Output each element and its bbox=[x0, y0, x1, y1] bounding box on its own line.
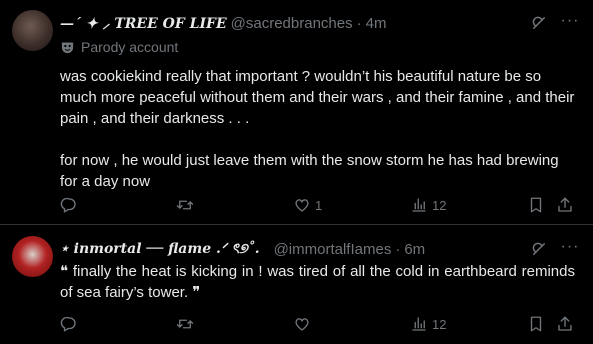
post-header: ⋆ inmortal ── flame .ᐟ ৎ୭˚. @immortalfIa… bbox=[60, 239, 425, 259]
separator-dot: · bbox=[395, 240, 401, 258]
reply-button[interactable] bbox=[60, 314, 82, 334]
separator-dot: · bbox=[356, 14, 362, 32]
timestamp[interactable]: 4m bbox=[366, 15, 387, 32]
bookmark-button[interactable] bbox=[527, 195, 545, 215]
grok-icon[interactable] bbox=[530, 240, 548, 258]
parody-label: Parody account bbox=[81, 39, 179, 55]
repost-button[interactable] bbox=[176, 195, 198, 215]
post-paragraph: for now , he would just leave them with … bbox=[60, 152, 559, 190]
reply-button[interactable] bbox=[60, 195, 82, 215]
more-icon[interactable]: ··· bbox=[559, 13, 581, 32]
post[interactable]: ⋆ inmortal ── flame .ᐟ ৎ୭˚. @immortalfIa… bbox=[0, 226, 593, 344]
repost-button[interactable] bbox=[176, 314, 198, 334]
post-text: ❝ finally the heat is kicking in ! was t… bbox=[60, 261, 575, 303]
reply-icon bbox=[60, 316, 76, 332]
share-button[interactable] bbox=[556, 195, 574, 215]
action-bar: 12 bbox=[60, 314, 580, 334]
post-paragraph: was cookiekind really that important ? w… bbox=[60, 68, 575, 127]
views-button[interactable]: 12 bbox=[410, 314, 446, 334]
like-icon bbox=[295, 318, 309, 331]
timestamp[interactable]: 6m bbox=[404, 241, 425, 258]
post-header: —ˊ ✦ ⸝ TREE OF LIFE @sacredbranches · 4m bbox=[60, 13, 386, 33]
views-icon bbox=[412, 198, 426, 212]
avatar[interactable] bbox=[12, 236, 53, 277]
share-icon bbox=[558, 316, 572, 331]
post-text: was cookiekind really that important ? w… bbox=[60, 66, 575, 192]
user-handle[interactable]: @immortalfIames bbox=[274, 241, 392, 258]
like-icon bbox=[295, 199, 309, 212]
views-icon bbox=[412, 317, 426, 331]
views-count: 12 bbox=[432, 316, 447, 332]
views-count: 12 bbox=[432, 197, 447, 213]
share-button[interactable] bbox=[556, 314, 574, 334]
user-handle[interactable]: @sacredbranches bbox=[231, 15, 353, 32]
bookmark-button[interactable] bbox=[527, 314, 545, 334]
bookmark-icon bbox=[530, 197, 542, 213]
like-button[interactable] bbox=[293, 314, 315, 334]
action-bar: 1 12 bbox=[60, 195, 580, 215]
reply-icon bbox=[60, 197, 76, 213]
parody-badge: Parody account bbox=[60, 39, 178, 55]
grok-icon[interactable] bbox=[530, 14, 548, 32]
like-count: 1 bbox=[315, 197, 323, 213]
views-button[interactable]: 12 bbox=[410, 195, 446, 215]
like-button[interactable]: 1 bbox=[293, 195, 322, 215]
repost-icon bbox=[176, 319, 194, 329]
share-icon bbox=[558, 197, 572, 212]
repost-icon bbox=[176, 200, 194, 210]
display-name[interactable]: —ˊ ✦ ⸝ TREE OF LIFE bbox=[60, 14, 227, 33]
more-icon[interactable]: ··· bbox=[559, 239, 581, 258]
bookmark-icon bbox=[530, 316, 542, 332]
post-paragraph: ❝ finally the heat is kicking in ! was t… bbox=[60, 263, 575, 301]
avatar[interactable] bbox=[12, 10, 53, 51]
parody-mask-icon bbox=[61, 42, 74, 53]
post[interactable]: —ˊ ✦ ⸝ TREE OF LIFE @sacredbranches · 4m… bbox=[0, 0, 593, 225]
display-name[interactable]: ⋆ inmortal ── flame .ᐟ ৎ୭˚. bbox=[60, 237, 260, 261]
